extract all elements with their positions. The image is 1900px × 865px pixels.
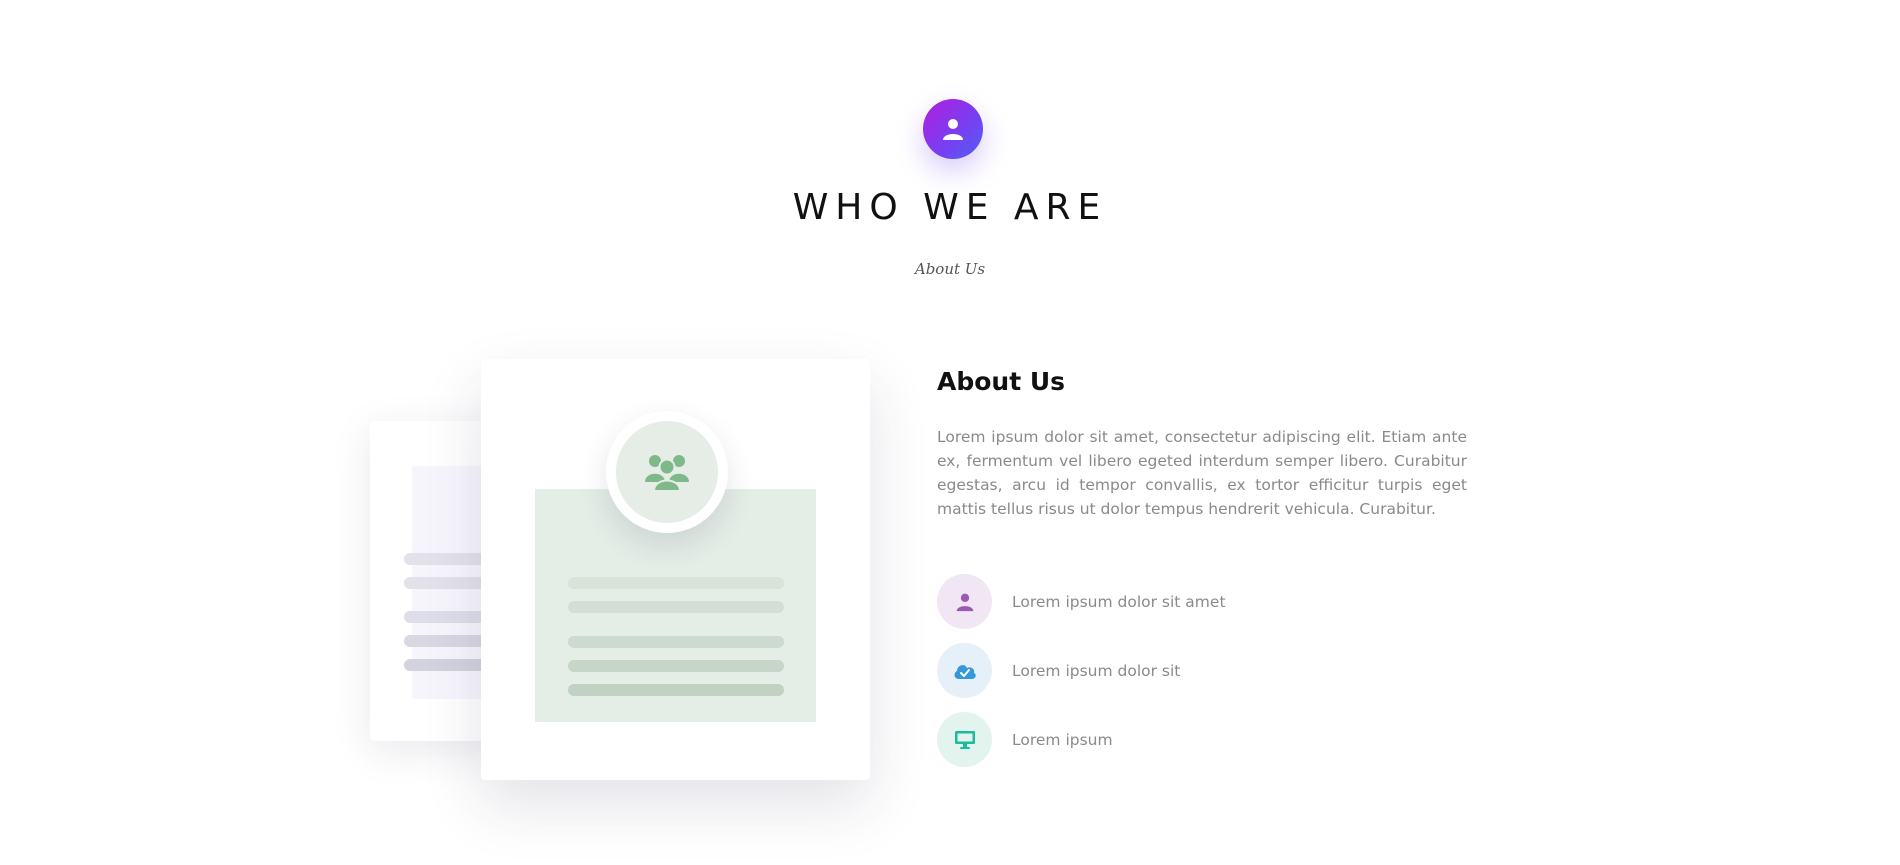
front-card-line: [568, 684, 784, 696]
front-card-illustration: [481, 359, 870, 780]
front-card-line: [568, 577, 784, 589]
feature-item-3: Lorem ipsum: [937, 712, 1113, 767]
page-subtitle: About Us: [914, 260, 986, 278]
feature-label: Lorem ipsum dolor sit amet: [1012, 592, 1226, 611]
feature-icon-circle: [937, 712, 992, 767]
user-icon: [943, 119, 963, 140]
monitor-icon: [954, 730, 975, 749]
user-icon: [956, 593, 973, 611]
feature-icon-circle: [937, 643, 992, 698]
about-body-text: Lorem ipsum dolor sit amet, consectetur …: [937, 428, 1467, 518]
team-avatar: [606, 411, 728, 533]
front-card-line: [568, 601, 784, 613]
users-group-icon: [645, 455, 689, 492]
feature-label: Lorem ipsum: [1012, 730, 1113, 749]
about-heading: About Us: [937, 367, 1066, 396]
front-card-line: [568, 660, 784, 672]
hero-avatar-badge: [923, 99, 983, 159]
page-title: WHO WE ARE: [792, 187, 1108, 228]
cloud-check-icon: [954, 664, 976, 679]
feature-label: Lorem ipsum dolor sit: [1012, 661, 1181, 680]
feature-item-1: Lorem ipsum dolor sit amet: [937, 574, 1226, 629]
team-avatar-inner: [616, 421, 718, 523]
feature-icon-circle: [937, 574, 992, 629]
feature-item-2: Lorem ipsum dolor sit: [937, 643, 1180, 698]
front-card-line: [568, 636, 784, 648]
